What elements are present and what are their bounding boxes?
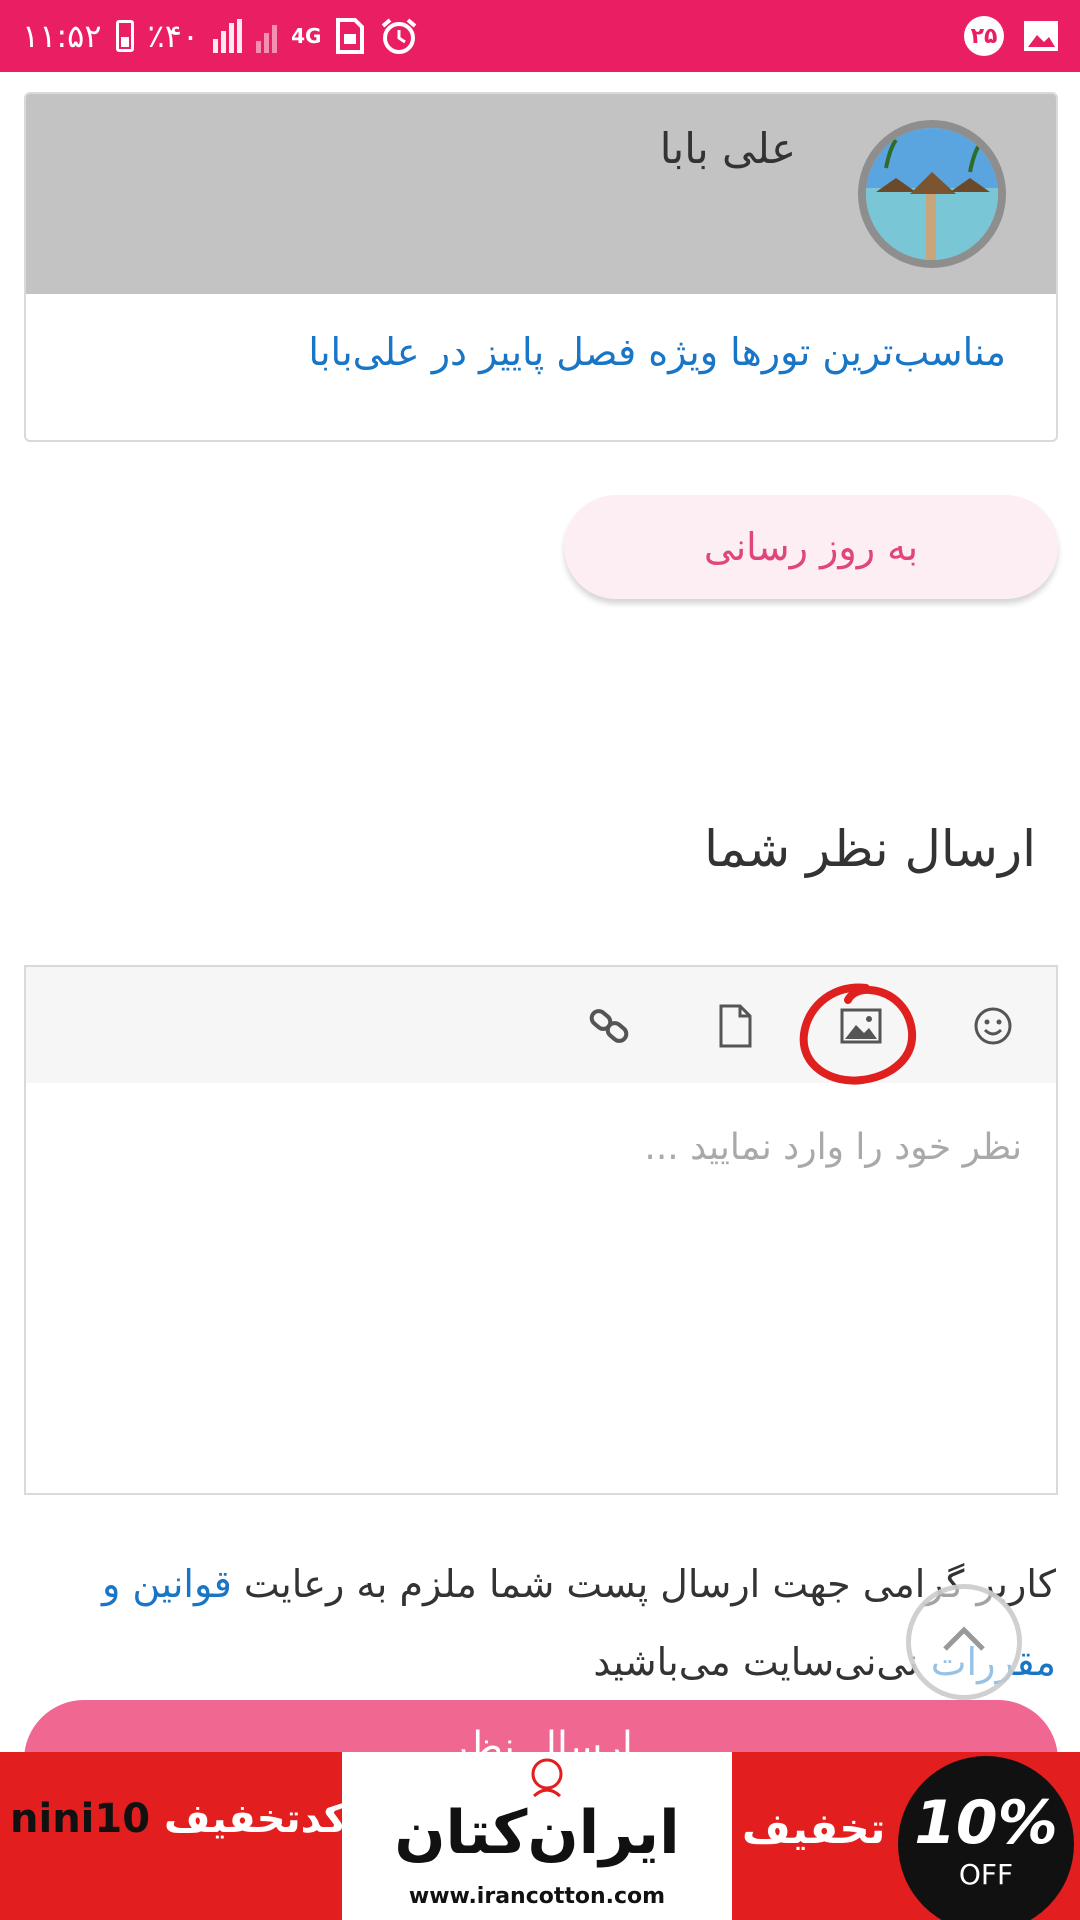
signal-icon xyxy=(213,19,243,53)
terms-notice-suffix: نی‌نی‌سایت می‌باشید xyxy=(593,1640,919,1684)
sim-card-icon xyxy=(336,18,365,54)
chevron-up-icon xyxy=(943,1626,985,1651)
comment-section-title: ارسال نظر شما xyxy=(704,820,1036,878)
battery-icon xyxy=(115,20,134,52)
comment-input-placeholder[interactable]: نظر خود را وارد نمایید ... xyxy=(644,1127,1022,1168)
beach-resort-image xyxy=(866,128,998,260)
ad-off: OFF xyxy=(958,1858,1014,1891)
ad-percent: 10% xyxy=(914,1788,1058,1858)
ad-banner[interactable]: nini10 کدتخفیف ایران‌کتان www.irancotton… xyxy=(0,1752,1080,1920)
ad-discount-badge: 10% OFF xyxy=(898,1756,1074,1920)
post-card[interactable]: علی بابا مناسب‌ترین تورها ویژه فصل پاییز… xyxy=(24,92,1058,442)
alarm-icon xyxy=(382,18,417,54)
ad-discount-label: تخفیف xyxy=(742,1804,886,1853)
file-icon[interactable] xyxy=(710,1001,760,1051)
author-name[interactable]: علی بابا xyxy=(660,124,796,173)
update-button[interactable]: به روز رسانی xyxy=(564,495,1058,599)
network-type: 4G xyxy=(291,24,322,48)
ad-brand-name: ایران‌کتان xyxy=(394,1798,680,1868)
annotation-circle xyxy=(799,983,917,1085)
cotton-logo-icon xyxy=(531,1758,563,1798)
signal-icon xyxy=(256,19,278,53)
link-icon[interactable] xyxy=(584,1001,634,1051)
emoji-icon[interactable] xyxy=(968,1001,1018,1051)
status-bar: ۱۱:۵۲ ٪۴۰ 4G ۲۵ xyxy=(0,0,1080,72)
ad-discount-code: nini10 کدتخفیف xyxy=(10,1796,347,1842)
ad-url: www.irancotton.com xyxy=(408,1884,666,1909)
gallery-notification-icon xyxy=(1024,21,1058,51)
author-avatar[interactable] xyxy=(858,120,1006,268)
post-link[interactable]: مناسب‌ترین تورها ویژه فصل پاییز در علی‌ب… xyxy=(308,330,1006,374)
card-header: علی بابا xyxy=(26,94,1056,294)
scroll-to-top-button[interactable] xyxy=(906,1584,1022,1700)
battery-level: ٪۴۰ xyxy=(147,17,200,55)
status-right: ۲۵ xyxy=(964,0,1060,72)
clock: ۱۱:۵۲ xyxy=(22,17,102,55)
notification-badge: ۲۵ xyxy=(964,16,1004,56)
status-left: ۱۱:۵۲ ٪۴۰ 4G xyxy=(22,0,419,72)
